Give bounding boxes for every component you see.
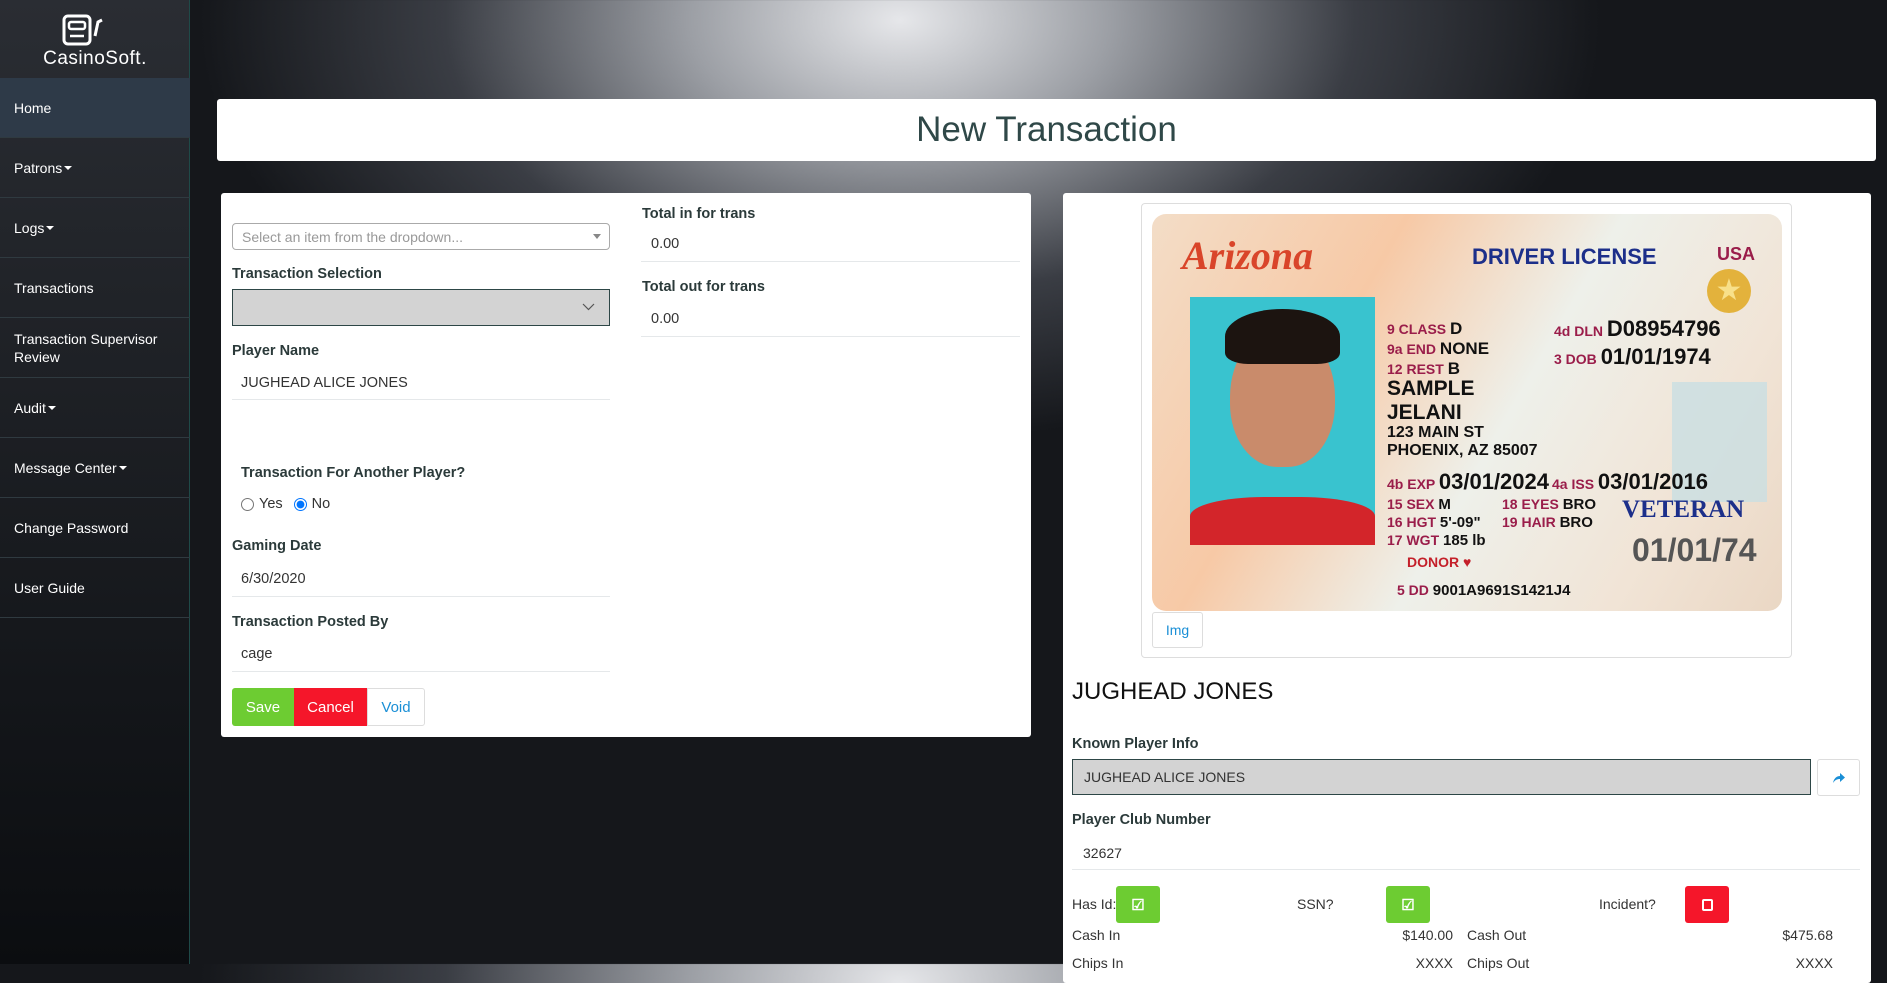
caret-down-icon [64, 165, 73, 170]
transaction-form-card: Select an item from the dropdown... Tran… [221, 193, 1031, 737]
page-title: New Transaction [916, 110, 1177, 149]
caret-down-icon [46, 225, 55, 230]
ssn-label: SSN? [1297, 896, 1334, 912]
sidebar-item-label: Logs [14, 219, 45, 236]
yes-label: Yes [259, 496, 283, 512]
id-image-frame: Arizona DRIVER LICENSE USA ★ 9 CLASS D 9… [1141, 203, 1792, 658]
cash-out-value: $475.68 [1782, 927, 1833, 943]
sidebar-item-label: Transactions [14, 279, 94, 296]
chips-in-value: XXXX [1415, 955, 1453, 971]
no-radio[interactable] [293, 497, 307, 511]
sidebar-item-transaction-supervisor-review[interactable]: Transaction Supervisor Review [0, 318, 190, 378]
sidebar-item-logs[interactable]: Logs [0, 198, 190, 258]
player-display-name: JUGHEAD JONES [1072, 678, 1274, 705]
chips-out-label: Chips Out [1467, 955, 1530, 971]
sidebar-item-change-password[interactable]: Change Password [0, 498, 190, 558]
player-name-label: Player Name [232, 343, 320, 359]
item-dropdown[interactable]: Select an item from the dropdown... [232, 223, 610, 250]
total-out-label: Total out for trans [642, 279, 765, 295]
header-card: New Transaction [217, 99, 1876, 161]
sidebar-item-label: Audit [14, 399, 46, 416]
known-info-label: Known Player Info [1072, 736, 1199, 752]
sidebar-item-patrons[interactable]: Patrons [0, 138, 190, 198]
sidebar-item-home[interactable]: Home [0, 78, 190, 138]
club-number-label: Player Club Number [1072, 812, 1211, 828]
img-button[interactable]: Img [1152, 612, 1203, 648]
star-icon: ★ [1707, 269, 1751, 313]
go-to-player-button[interactable] [1817, 759, 1860, 796]
gaming-date-value: 6/30/2020 [241, 571, 306, 587]
chevron-down-icon [582, 303, 595, 311]
player-name-value: JUGHEAD ALICE JONES [241, 375, 408, 391]
posted-by-label: Transaction Posted By [232, 614, 389, 630]
another-player-label: Transaction For Another Player? [241, 465, 466, 481]
yes-radio[interactable] [241, 497, 254, 511]
slot-machine-icon [62, 14, 103, 46]
check-square-icon: ☑ [1131, 896, 1145, 914]
caret-down-icon [593, 234, 601, 239]
cash-out-label: Cash Out [1467, 927, 1527, 943]
sidebar-item-label: Message Center [14, 459, 117, 476]
total-out-value: 0.00 [651, 311, 680, 327]
sidebar-item-audit[interactable]: Audit [0, 378, 190, 438]
player-card: Arizona DRIVER LICENSE USA ★ 9 CLASS D 9… [1063, 193, 1871, 983]
gaming-date-label: Gaming Date [232, 538, 322, 554]
share-arrow-icon [1832, 772, 1845, 783]
chips-out-value: XXXX [1795, 955, 1833, 971]
posted-by-value: cage [241, 646, 273, 662]
known-info-input[interactable]: JUGHEAD ALICE JONES [1072, 759, 1811, 795]
has-id-button[interactable]: ☑ [1116, 886, 1160, 923]
transaction-selection-label: Transaction Selection [232, 266, 382, 282]
square-icon [1701, 898, 1713, 911]
cancel-button[interactable]: Cancel [294, 688, 367, 726]
incident-label: Incident? [1599, 896, 1656, 912]
void-button[interactable]: Void [367, 688, 425, 726]
id-photo [1190, 297, 1375, 545]
no-label: No [311, 496, 331, 512]
caret-down-icon [118, 465, 127, 470]
transaction-selection-select[interactable] [232, 289, 610, 326]
total-in-value: 0.00 [651, 236, 680, 252]
sidebar-item-label: Home [14, 99, 52, 116]
total-in-label: Total in for trans [642, 206, 756, 222]
dropdown-placeholder: Select an item from the dropdown... [242, 229, 463, 245]
brand-name: CasinoSoft. [43, 48, 147, 69]
club-number-value: 32627 [1083, 845, 1122, 861]
caret-down-icon [47, 405, 56, 410]
sidebar-item-label: Transaction Supervisor Review [14, 330, 158, 365]
save-button[interactable]: Save [232, 688, 294, 726]
sidebar-item-label: Change Password [14, 519, 129, 536]
logo[interactable]: CasinoSoft. [0, 0, 190, 78]
ssn-button[interactable]: ☑ [1386, 886, 1430, 923]
has-id-label: Has Id: [1072, 896, 1117, 912]
cash-in-value: $140.00 [1402, 927, 1453, 943]
incident-button[interactable] [1685, 886, 1729, 923]
chips-in-label: Chips In [1072, 955, 1124, 971]
sidebar-item-label: User Guide [14, 579, 85, 596]
id-card-image: Arizona DRIVER LICENSE USA ★ 9 CLASS D 9… [1152, 214, 1782, 611]
check-square-icon: ☑ [1401, 896, 1415, 914]
sidebar-item-message-center[interactable]: Message Center [0, 438, 190, 498]
sidebar: CasinoSoft. Home Patrons Logs Transactions T… [0, 0, 190, 964]
sidebar-item-transactions[interactable]: Transactions [0, 258, 190, 318]
sidebar-item-label: Patrons [14, 159, 63, 176]
cash-in-label: Cash In [1072, 927, 1121, 943]
sidebar-item-user-guide[interactable]: User Guide [0, 558, 190, 618]
